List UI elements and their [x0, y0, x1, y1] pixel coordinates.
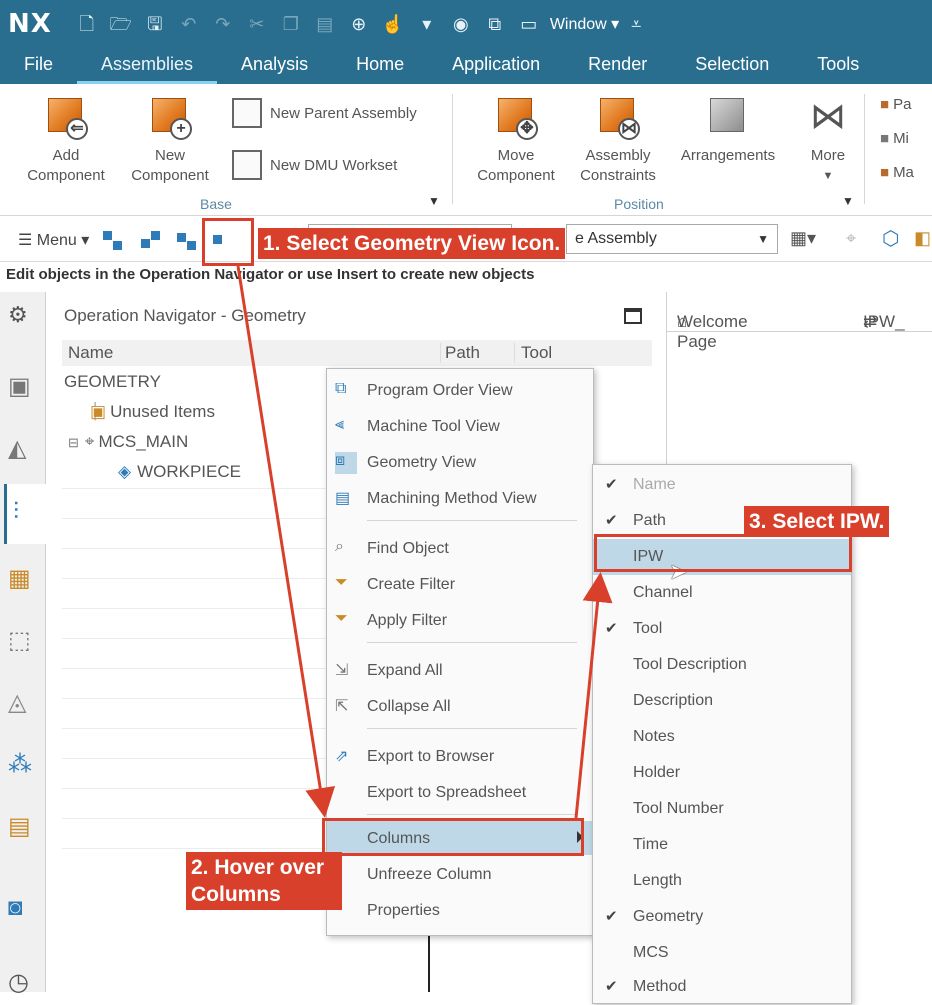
arrow-step2-to-step3	[574, 572, 613, 819]
annotation-arrows	[236, 265, 613, 819]
arrow-step1-to-step2	[236, 265, 336, 818]
